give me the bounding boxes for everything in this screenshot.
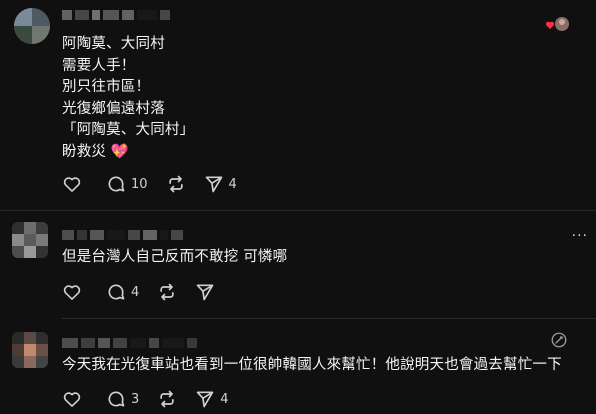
post-text: 今天我在光復車站也看到一位很帥韓國人來幫忙！他說明天也會過去幫忙一下	[62, 357, 562, 373]
reply-count: 3	[131, 391, 140, 407]
post-3: 今天我在光復車站也看到一位很帥韓國人來幫忙！他說明天也會過去幫忙一下 3 4	[0, 318, 596, 414]
username-blurred[interactable]	[62, 230, 183, 240]
repost-arrows-icon	[157, 282, 177, 302]
share-button[interactable]: 4	[204, 174, 237, 194]
repost-button[interactable]	[166, 174, 186, 194]
post-1: 阿陶莫、大同村 需要人手！ 別只往市區！ 光復鄉偏遠村落 「阿陶莫、大同村」 盼…	[0, 0, 596, 210]
avatar[interactable]	[14, 8, 50, 44]
repost-arrows-icon	[157, 389, 177, 409]
speech-bubble-icon	[106, 174, 126, 194]
share-count: 4	[228, 176, 237, 192]
avatar[interactable]	[12, 222, 48, 258]
like-button[interactable]	[62, 389, 82, 409]
heart-red-icon[interactable]	[545, 16, 571, 36]
repost-button[interactable]	[157, 389, 177, 409]
share-count: 4	[220, 391, 229, 407]
post-text: 但是台灣人自己反而不敢挖 可憐哪	[62, 249, 288, 265]
speech-bubble-icon	[106, 389, 126, 409]
reply-count: 10	[131, 176, 148, 192]
reply-count: 4	[131, 284, 140, 300]
share-button[interactable]	[195, 282, 215, 302]
repost-arrows-icon	[166, 174, 186, 194]
repost-button[interactable]	[157, 282, 177, 302]
heart-outline-icon	[62, 174, 82, 194]
heart-outline-icon	[62, 389, 82, 409]
more-options-button[interactable]: ···	[572, 228, 588, 244]
post-2: ··· 但是台灣人自己反而不敢挖 可憐哪 4	[0, 210, 596, 318]
paper-plane-icon	[195, 282, 215, 302]
edit-pen-icon[interactable]	[550, 331, 568, 353]
paper-plane-icon	[204, 174, 224, 194]
post-actions: 10 4	[62, 173, 251, 195]
username-blurred[interactable]	[62, 338, 197, 348]
post-actions: 4	[62, 281, 229, 303]
reply-button[interactable]: 4	[106, 282, 139, 302]
heart-outline-icon	[62, 282, 82, 302]
reply-button[interactable]: 3	[106, 389, 139, 409]
avatar[interactable]	[12, 332, 48, 368]
speech-bubble-icon	[106, 282, 126, 302]
paper-plane-icon	[195, 389, 215, 409]
post-text: 阿陶莫、大同村 需要人手！ 別只往市區！ 光復鄉偏遠村落 「阿陶莫、大同村」 盼…	[62, 36, 195, 160]
like-button[interactable]	[62, 174, 82, 194]
like-button[interactable]	[62, 282, 82, 302]
username-blurred[interactable]	[62, 10, 170, 20]
reply-button[interactable]: 10	[106, 174, 148, 194]
post-actions: 3 4	[62, 388, 243, 410]
share-button[interactable]: 4	[195, 389, 229, 409]
